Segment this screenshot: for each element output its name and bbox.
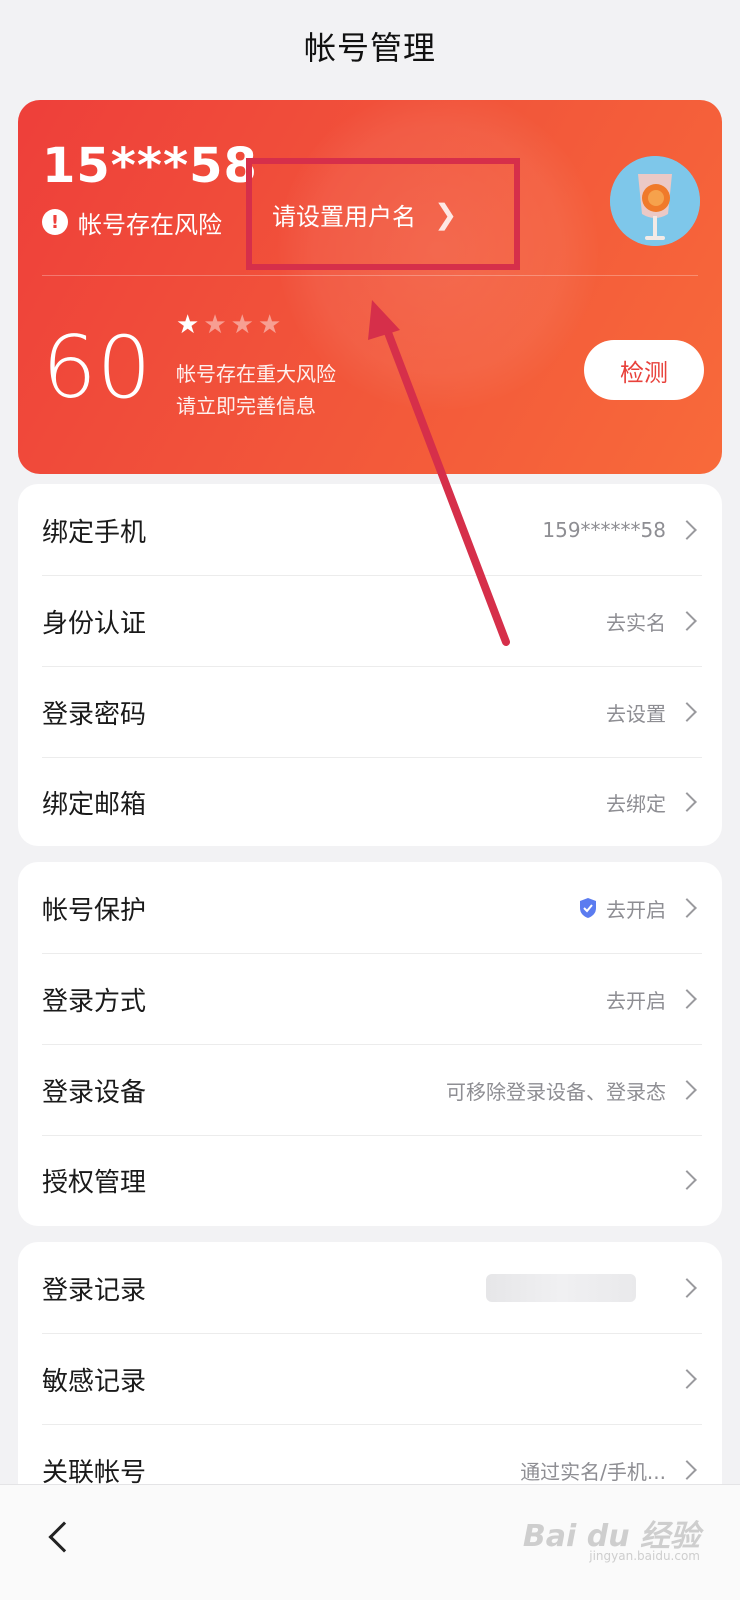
row-sensitive-records[interactable]: 敏感记录 — [18, 1333, 722, 1425]
chevron-right-icon — [677, 520, 697, 540]
row-label: 身份认证 — [42, 608, 147, 639]
row-authorization-management[interactable]: 授权管理 — [18, 1134, 722, 1226]
row-login-method[interactable]: 登录方式 去开启 — [18, 953, 722, 1045]
row-value-wrap — [666, 1170, 697, 1190]
row-value: 159******58 — [542, 518, 666, 542]
chevron-right-icon — [677, 1369, 697, 1389]
page-header: 帐号管理 — [0, 0, 740, 92]
row-label: 绑定手机 — [42, 517, 147, 548]
detect-button[interactable]: 检测 — [584, 340, 704, 400]
chevron-left-icon — [48, 1521, 80, 1553]
chevron-right-icon — [677, 702, 697, 722]
star-filled-icon: ★ — [176, 310, 200, 340]
row-value-wrap: 去绑定 — [606, 788, 697, 817]
account-risk-row: ! 帐号存在风险 — [42, 202, 222, 242]
account-risk-card: 15***58 ! 帐号存在风险 请设置用户名 ❯ 60 ★ ★ ★ ★ 帐号存… — [18, 100, 722, 474]
row-label: 登录记录 — [42, 1275, 147, 1306]
card-divider — [42, 275, 698, 276]
bottom-navigation-bar: Bai du 经验 jingyan.baidu.com — [0, 1484, 740, 1600]
row-value: 去开启 — [606, 897, 666, 922]
row-value: 去设置 — [606, 701, 666, 726]
row-label: 绑定邮箱 — [42, 789, 147, 820]
row-value-wrap: 通过实名/手机... — [520, 1456, 697, 1485]
row-bind-phone[interactable]: 绑定手机 159******58 — [18, 484, 722, 576]
chevron-right-icon — [677, 898, 697, 918]
settings-group-security: 帐号保护 去开启 登录方式 去开启 登录设备 可移除登录设备、登录态 授权管理 — [18, 862, 722, 1226]
row-value-wrap: 159******58 — [542, 518, 697, 542]
row-value-wrap: 可移除登录设备、登录态 — [446, 1076, 697, 1105]
blurred-value — [486, 1274, 636, 1302]
shield-check-icon — [578, 897, 598, 919]
star-empty-icon: ★ — [203, 310, 227, 340]
row-value: 去绑定 — [606, 791, 666, 816]
chevron-right-icon — [677, 611, 697, 631]
row-value-wrap: 去开启 — [606, 985, 697, 1014]
warning-icon: ! — [42, 209, 68, 235]
row-value-wrap: 去设置 — [606, 698, 697, 727]
row-label: 敏感记录 — [42, 1366, 147, 1397]
row-value: 通过实名/手机... — [520, 1459, 666, 1484]
row-value: 去开启 — [606, 988, 666, 1013]
cocktail-avatar-icon — [610, 156, 700, 246]
row-label: 关联帐号 — [42, 1457, 147, 1488]
row-login-devices[interactable]: 登录设备 可移除登录设备、登录态 — [18, 1044, 722, 1136]
row-value-wrap — [666, 1369, 697, 1389]
row-label: 授权管理 — [42, 1167, 147, 1198]
account-id: 15***58 — [42, 138, 258, 194]
row-value-wrap — [486, 1274, 697, 1302]
risk-description: 帐号存在重大风险 请立即完善信息 — [176, 358, 336, 422]
row-label: 登录设备 — [42, 1077, 147, 1108]
account-risk-text: 帐号存在风险 — [78, 210, 222, 239]
row-label: 登录方式 — [42, 986, 147, 1017]
settings-group-binding: 绑定手机 159******58 身份认证 去实名 登录密码 去设置 绑定邮箱 … — [18, 484, 722, 846]
security-score: 60 — [42, 318, 152, 418]
row-login-password[interactable]: 登录密码 去设置 — [18, 666, 722, 758]
chevron-right-icon — [677, 989, 697, 1009]
row-bind-email[interactable]: 绑定邮箱 去绑定 — [18, 756, 722, 846]
chevron-right-icon — [677, 792, 697, 812]
baidu-watermark-url: jingyan.baidu.com — [589, 1549, 700, 1563]
chevron-right-icon — [677, 1460, 697, 1480]
chevron-right-icon — [677, 1170, 697, 1190]
score-stars: ★ ★ ★ ★ — [176, 312, 281, 338]
row-value: 去实名 — [606, 610, 666, 635]
star-empty-icon: ★ — [257, 310, 282, 340]
set-username-link[interactable]: 请设置用户名 ❯ — [246, 158, 520, 270]
page-title: 帐号管理 — [303, 29, 436, 67]
row-value: 可移除登录设备、登录态 — [446, 1079, 666, 1104]
risk-desc-line1: 帐号存在重大风险 — [176, 362, 336, 386]
row-identity-verification[interactable]: 身份认证 去实名 — [18, 575, 722, 667]
avatar[interactable] — [610, 156, 700, 246]
row-label: 登录密码 — [42, 699, 147, 730]
star-empty-icon: ★ — [230, 310, 254, 340]
set-username-label: 请设置用户名 — [272, 202, 416, 231]
row-label: 帐号保护 — [42, 895, 147, 926]
row-value-wrap: 去实名 — [606, 607, 697, 636]
risk-desc-line2: 请立即完善信息 — [176, 394, 316, 418]
row-login-records[interactable]: 登录记录 — [18, 1242, 722, 1334]
chevron-right-icon: ❯ — [434, 197, 458, 231]
back-button[interactable] — [44, 1517, 84, 1557]
chevron-right-icon — [677, 1278, 697, 1298]
chevron-right-icon — [677, 1080, 697, 1100]
row-account-protection[interactable]: 帐号保护 去开启 — [18, 862, 722, 954]
row-value-wrap: 去开启 — [578, 894, 697, 923]
